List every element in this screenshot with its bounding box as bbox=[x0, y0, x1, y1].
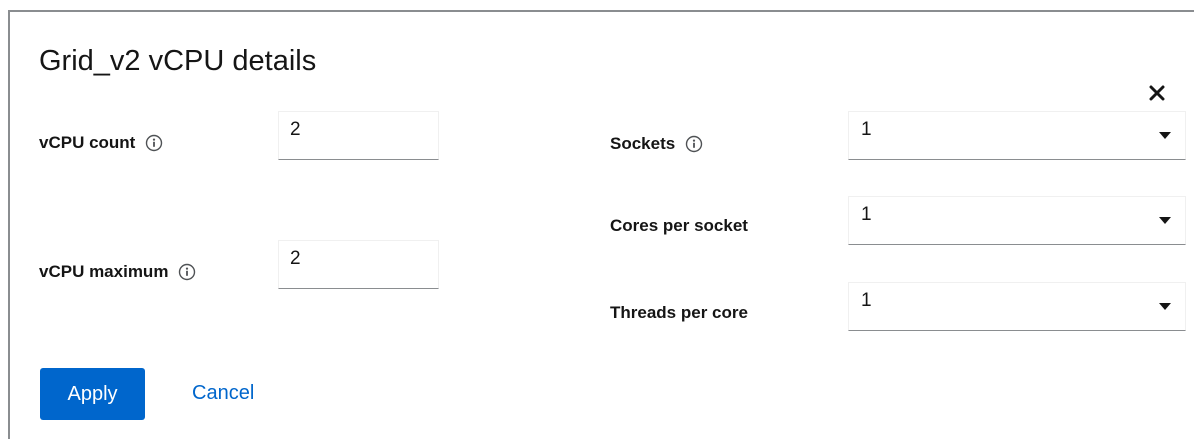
threads-per-core-label: Threads per core bbox=[610, 303, 748, 323]
caret-down-icon bbox=[1159, 303, 1171, 310]
threads-per-core-select-value: 1 bbox=[861, 290, 872, 311]
vcpu-maximum-label: vCPU maximum bbox=[39, 262, 196, 282]
vcpu-maximum-info-icon[interactable] bbox=[178, 263, 196, 281]
caret-down-icon bbox=[1159, 132, 1171, 139]
sockets-select-value: 1 bbox=[861, 119, 872, 140]
sockets-info-icon[interactable] bbox=[685, 135, 703, 153]
vcpu-count-label: vCPU count bbox=[39, 133, 163, 153]
cores-per-socket-label-text: Cores per socket bbox=[610, 216, 748, 235]
dialog-title: Grid_v2 vCPU details bbox=[39, 45, 317, 77]
vcpu-maximum-label-text: vCPU maximum bbox=[39, 262, 169, 281]
close-icon bbox=[1149, 85, 1165, 101]
vcpu-maximum-input[interactable]: 2 bbox=[278, 240, 439, 289]
sockets-label-text: Sockets bbox=[610, 134, 676, 153]
cores-per-socket-select-value: 1 bbox=[861, 204, 872, 225]
threads-per-core-label-text: Threads per core bbox=[610, 303, 748, 322]
threads-per-core-select[interactable]: 1 bbox=[848, 282, 1186, 331]
vcpu-details-dialog: Grid_v2 vCPU details vCPU count 2 vCPU m… bbox=[8, 10, 1194, 439]
sockets-label: Sockets bbox=[610, 134, 703, 154]
vcpu-count-info-icon[interactable] bbox=[145, 134, 163, 152]
vcpu-count-input[interactable]: 2 bbox=[278, 111, 439, 160]
cancel-button[interactable]: Cancel bbox=[192, 382, 254, 405]
sockets-select[interactable]: 1 bbox=[848, 111, 1186, 160]
caret-down-icon bbox=[1159, 217, 1171, 224]
cores-per-socket-select[interactable]: 1 bbox=[848, 196, 1186, 245]
cores-per-socket-label: Cores per socket bbox=[610, 216, 748, 236]
close-button[interactable] bbox=[1145, 81, 1169, 105]
vcpu-count-label-text: vCPU count bbox=[39, 133, 136, 152]
apply-button[interactable]: Apply bbox=[40, 368, 145, 420]
